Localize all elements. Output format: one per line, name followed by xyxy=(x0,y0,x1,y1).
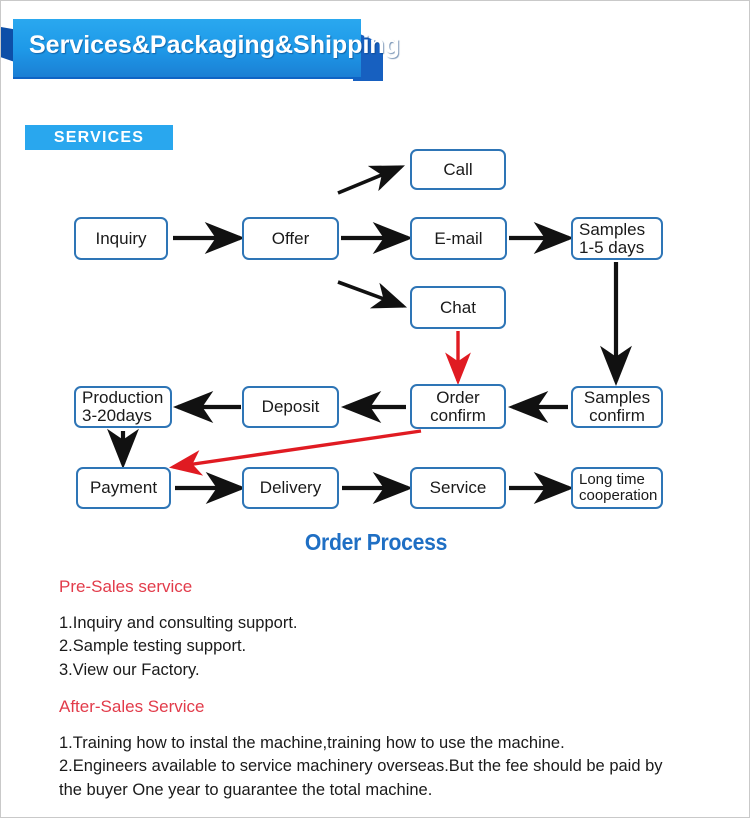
node-label: Inquiry xyxy=(95,228,147,248)
node-delivery[interactable]: Delivery xyxy=(242,467,339,509)
node-label: Long time cooperation xyxy=(579,471,658,504)
node-label: Production 3-20days xyxy=(82,388,164,425)
node-label: Delivery xyxy=(259,478,322,498)
pre-sales-body: 1.Inquiry and consulting support. 2.Samp… xyxy=(59,614,298,679)
node-label: Service xyxy=(429,478,487,498)
node-label: Deposit xyxy=(261,397,320,417)
node-order-confirm[interactable]: Order confirm xyxy=(410,384,506,429)
node-inquiry[interactable]: Inquiry xyxy=(74,217,168,260)
node-long-time-cooperation[interactable]: Long time cooperation xyxy=(571,467,663,509)
node-label: Order confirm xyxy=(430,387,486,425)
flowchart-caption: Order Process xyxy=(304,529,448,555)
node-label: Samples 1-5 days xyxy=(579,219,646,257)
pre-sales-heading: Pre-Sales service xyxy=(59,577,193,596)
banner-title: Services&Packaging&Shipping xyxy=(29,31,400,59)
node-label: Payment xyxy=(89,478,158,498)
node-label: Samples confirm xyxy=(583,388,651,425)
order-process-flowchart: Inquiry Offer Call E-mail Chat Samples 1… xyxy=(1,1,749,561)
page-root: Services&Packaging&Shipping SERVICES Inq… xyxy=(0,0,750,818)
after-sales-body: 1.Training how to instal the machine,tra… xyxy=(59,734,663,799)
node-label: Offer xyxy=(271,228,310,248)
node-offer[interactable]: Offer xyxy=(242,217,339,260)
node-service[interactable]: Service xyxy=(410,467,506,509)
node-label: Call xyxy=(443,159,473,179)
node-call[interactable]: Call xyxy=(410,149,506,190)
node-samples-1-5-days[interactable]: Samples 1-5 days xyxy=(571,217,663,260)
after-sales-heading: After-Sales Service xyxy=(59,697,205,716)
node-production[interactable]: Production 3-20days xyxy=(74,386,172,428)
node-deposit[interactable]: Deposit xyxy=(242,386,339,428)
node-chat[interactable]: Chat xyxy=(410,286,506,329)
node-email[interactable]: E-mail xyxy=(410,217,507,260)
node-payment[interactable]: Payment xyxy=(76,467,171,509)
node-samples-confirm[interactable]: Samples confirm xyxy=(571,386,663,428)
node-label: E-mail xyxy=(434,228,483,248)
node-label: Chat xyxy=(440,297,476,317)
